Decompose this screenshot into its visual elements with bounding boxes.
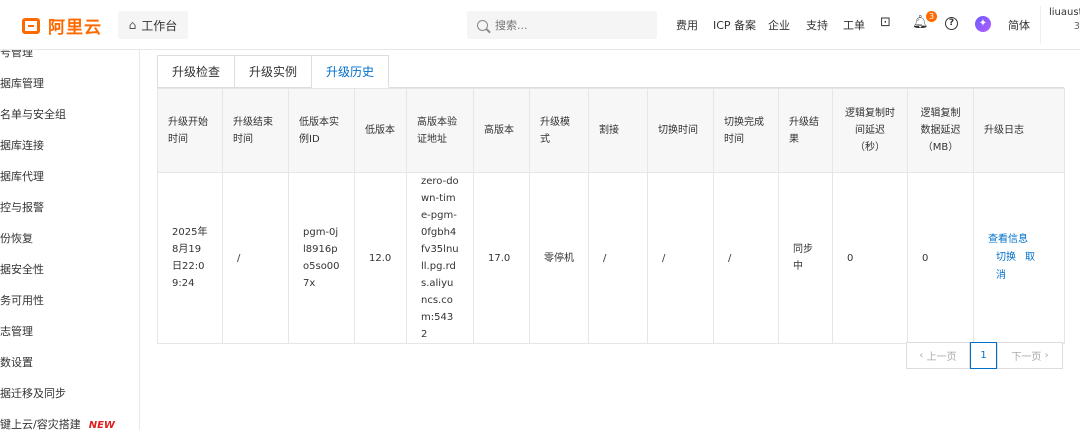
sidebar-item-accounts[interactable]: 号管理 [0,50,33,60]
page-1-button[interactable]: 1 [970,342,997,369]
workbench-label: 工作台 [141,18,178,33]
ai-assistant-icon[interactable]: ✦ [975,16,991,32]
tab-upgrade-check[interactable]: 升级检查 [157,55,236,88]
chevron-right-icon: › [1041,350,1049,361]
sidebar-item-parameters[interactable]: 数设置 [0,354,33,370]
sidebar-item-proxy[interactable]: 据库代理 [0,168,44,184]
prev-page-button[interactable]: ‹ 上一页 [906,342,970,369]
cell-cutover: / [588,172,648,344]
nav-billing[interactable]: 费用 [676,17,698,33]
user-name: liuaust [1049,7,1080,18]
workbench-button[interactable]: ⌂ 工作台 [118,11,188,39]
upgrade-history-table: 升级开始时间 升级结束时间 低版本实例ID 低版本 高版本验证地址 高版本 升级… [157,88,1065,344]
col-upgrade-log: 升级日志 [973,88,1065,173]
sidebar-item-monitoring[interactable]: 控与报警 [0,199,44,215]
notification-badge: 3 [926,11,937,22]
language-switch[interactable]: 简体 [1008,17,1030,33]
col-instance-id: 低版本实例ID [288,88,355,173]
aliyun-logo-icon [22,17,40,34]
cell-upgrade-log: 查看信息 切换 取消 [973,172,1065,344]
cell-instance-id: pgm-0jl8916po5so007x [288,172,355,344]
nav-enterprise[interactable]: 企业 [768,17,790,33]
cell-delay-mb: 0 [907,172,974,344]
aliyun-logo[interactable]: 阿里云 [22,13,102,38]
cell-switch-done-time: / [713,172,779,344]
tab-bar: 升级检查 升级实例 升级历史 [157,55,390,88]
prev-page-label: 上一页 [926,352,957,363]
sidebar-item-connection[interactable]: 据库连接 [0,137,44,153]
search-input[interactable] [495,18,635,32]
tab-upgrade-instance[interactable]: 升级实例 [235,55,313,88]
sidebar-item-cloud-migration[interactable]: 键上云/容灾搭建 NEW [0,416,115,430]
tab-upgrade-history[interactable]: 升级历史 [312,55,390,88]
user-account[interactable]: liuaust 3 [1040,6,1080,44]
cell-start-time: 2025年8月19日22:09:24 [157,172,223,344]
col-low-version: 低版本 [354,88,407,173]
col-cutover: 割接 [588,88,648,173]
sidebar-item-migration[interactable]: 据迁移及同步 [0,385,66,401]
cell-mode: 零停机 [529,172,589,344]
col-end-time: 升级结束时间 [222,88,289,173]
top-bar: 阿里云 ⌂ 工作台 费用 ICP 备案 企业 支持 工单 ⊡ 🔔︎ 3 ? ✦ … [0,0,1080,50]
nav-support[interactable]: 支持 [806,17,828,33]
col-delay-mb: 逻辑复制数据延迟（MB） [907,88,974,173]
col-mode: 升级模式 [529,88,589,173]
cell-end-time: / [222,172,289,344]
cell-verify-address: zero-down-time-pgm-0fgbh4fv35lnull.pg.rd… [406,172,474,344]
logo-text: 阿里云 [48,18,102,38]
cell-switch-time: / [647,172,714,344]
terminal-icon[interactable]: ⊡ [880,15,891,30]
col-verify-address: 高版本验证地址 [406,88,474,173]
sidebar-item-label: 键上云/容灾搭建 [0,418,81,430]
sidebar: 号管理 据库管理 名单与安全组 据库连接 据库代理 控与报警 份恢复 据安全性 … [0,50,140,430]
nav-icp[interactable]: ICP 备案 [713,17,756,33]
cell-result: 同步中 [778,172,833,344]
col-high-version: 高版本 [473,88,530,173]
cell-high-version: 17.0 [473,172,530,344]
chevron-left-icon: ‹ [919,350,927,361]
sidebar-item-availability[interactable]: 务可用性 [0,292,44,308]
cell-low-version: 12.0 [354,172,407,344]
nav-ticket[interactable]: 工单 [843,17,865,33]
col-switch-time: 切换时间 [647,88,714,173]
search-box[interactable] [467,11,657,39]
sidebar-item-security[interactable]: 据安全性 [0,261,44,277]
table-row: 2025年8月19日22:09:24 / pgm-0jl8916po5so007… [157,172,1065,344]
table-header-row: 升级开始时间 升级结束时间 低版本实例ID 低版本 高版本验证地址 高版本 升级… [157,88,1065,173]
sidebar-item-whitelist[interactable]: 名单与安全组 [0,106,66,122]
new-badge: NEW [88,420,115,430]
sidebar-item-logs[interactable]: 志管理 [0,323,33,339]
cell-delay-seconds: 0 [832,172,908,344]
help-icon[interactable]: ? [945,17,958,30]
next-page-label: 下一页 [1011,352,1042,363]
col-result: 升级结果 [778,88,833,173]
next-page-button[interactable]: 下一页 › [997,342,1063,369]
user-sub: 3 [1073,21,1080,32]
sidebar-item-databases[interactable]: 据库管理 [0,75,44,91]
home-icon: ⌂ [128,18,137,32]
pagination: ‹ 上一页 1 下一页 › [906,342,1063,369]
col-delay-seconds: 逻辑复制时间延迟（秒） [832,88,908,173]
view-info-link[interactable]: 查看信息 [988,234,1028,245]
search-icon [477,19,488,31]
col-switch-done-time: 切换完成时间 [713,88,779,173]
col-start-time: 升级开始时间 [157,88,223,173]
sidebar-item-backup[interactable]: 份恢复 [0,230,33,246]
switch-link[interactable]: 切换 [996,252,1016,263]
